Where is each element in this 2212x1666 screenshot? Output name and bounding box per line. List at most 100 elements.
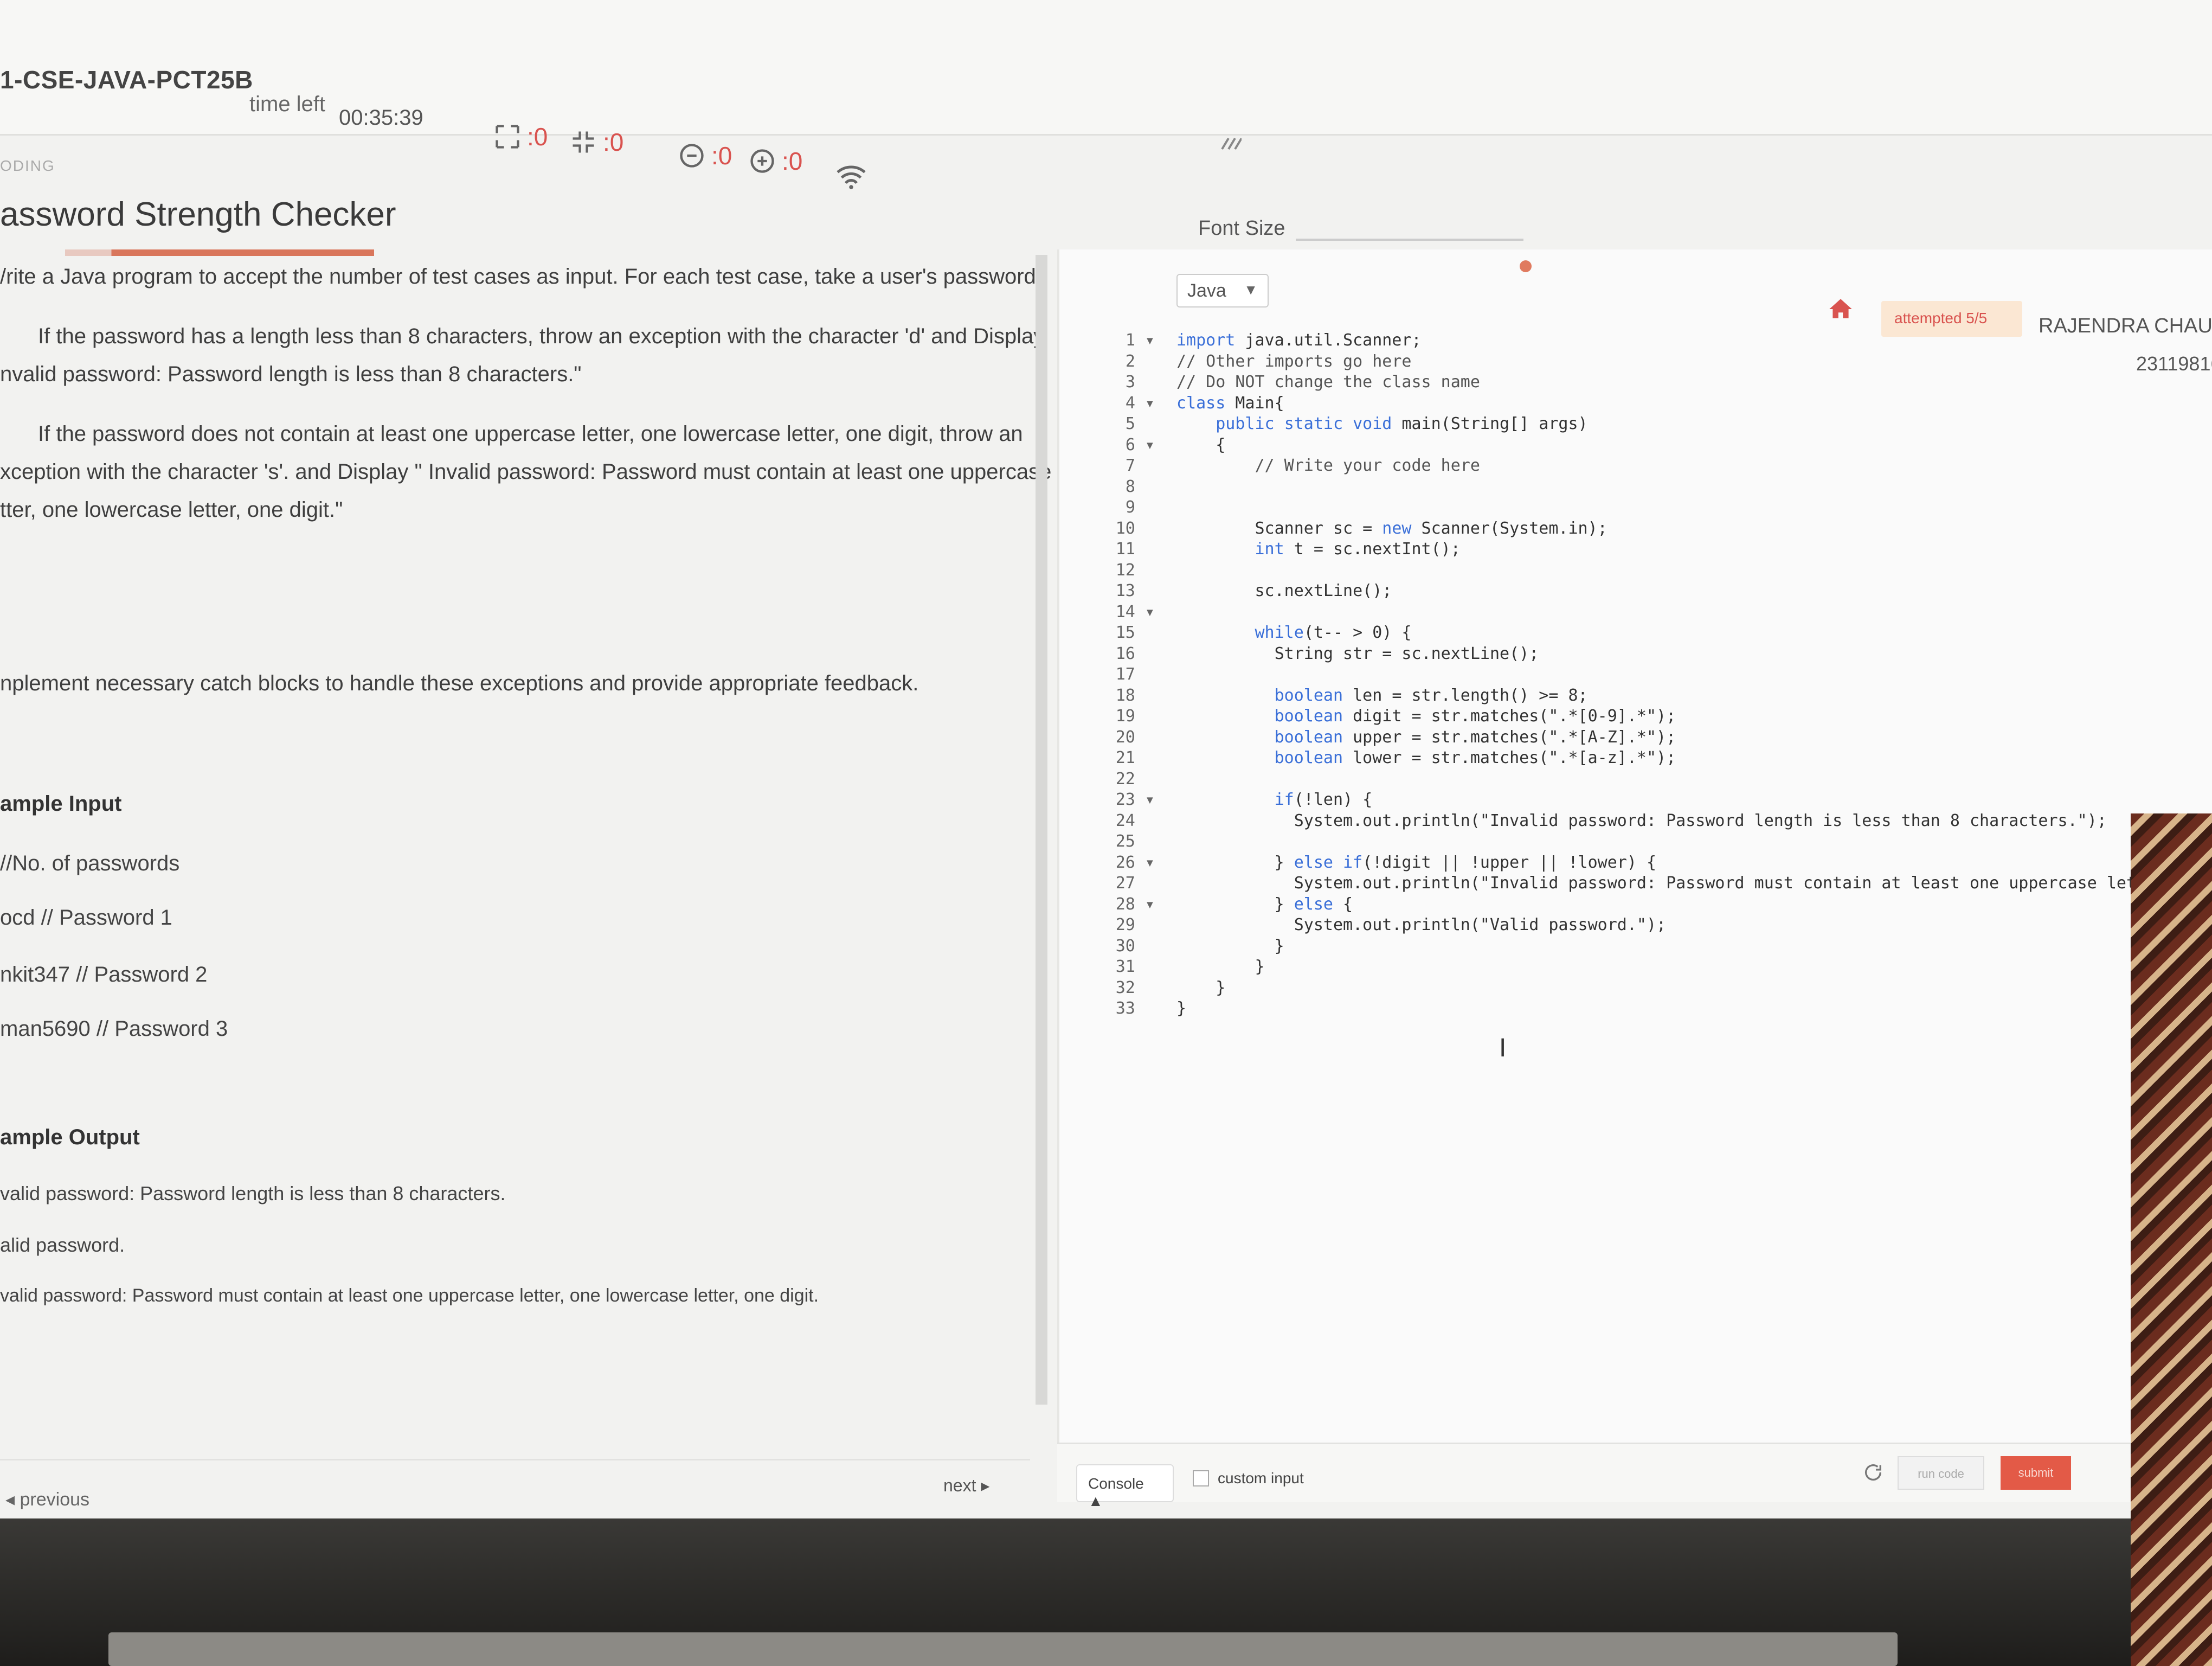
code-line[interactable]: 8 [1106, 477, 1176, 498]
fullscreen-exit-counter: :0 [569, 127, 623, 157]
code-line[interactable]: 23 ▾ if(!len) { [1106, 790, 1373, 811]
code-text: } else { [1176, 894, 1353, 914]
line-number: 1 ▾ [1125, 331, 1155, 350]
tab-switch-out-icon [750, 149, 774, 173]
code-text: // Do NOT change the class name [1176, 373, 1480, 392]
custom-input-checkbox[interactable] [1193, 1470, 1209, 1486]
line-number: 13 [1115, 581, 1155, 600]
line-number: 18 [1115, 685, 1155, 705]
code-line[interactable]: 9 [1106, 498, 1176, 518]
problem-paragraph: tter, one lowercase letter, one digit." [0, 498, 343, 522]
code-line[interactable]: 10 Scanner sc = new Scanner(System.in); [1106, 519, 1607, 540]
next-label: next [943, 1476, 976, 1495]
line-number: 28 ▾ [1115, 894, 1155, 914]
code-text: if(!len) { [1274, 790, 1373, 809]
line-number: 27 [1115, 874, 1155, 893]
line-number: 2 [1125, 351, 1155, 371]
code-line[interactable]: 5 public static void main(String[] args) [1106, 414, 1588, 435]
pane-scrollbar[interactable] [1036, 255, 1047, 1405]
code-text: } [1176, 957, 1265, 976]
custom-input-toggle[interactable]: custom input [1193, 1470, 1304, 1487]
code-line[interactable]: 7 // Write your code here [1106, 456, 1480, 477]
code-line[interactable]: 13 sc.nextLine(); [1106, 581, 1392, 602]
line-number: 11 [1115, 540, 1155, 559]
code-line[interactable]: 22 [1106, 770, 1176, 790]
code-line[interactable]: 11 int t = sc.nextInt(); [1106, 540, 1461, 560]
code-text: boolean upper = str.matches(".*[A-Z].*")… [1274, 727, 1676, 747]
line-number: 32 [1115, 978, 1155, 997]
console-toggle-button[interactable]: Console ▲ [1076, 1464, 1174, 1509]
refresh-icon[interactable] [1862, 1462, 1884, 1483]
fullscreen-exit-icon [573, 131, 594, 153]
code-line[interactable]: 12 [1106, 561, 1176, 581]
code-text: System.out.println("Valid password."); [1176, 915, 1667, 934]
font-size-slider[interactable] [1296, 239, 1523, 241]
code-line[interactable]: 6 ▾ { [1106, 435, 1226, 456]
drag-handle-icon[interactable] [1220, 136, 1242, 152]
sample-input-line: //No. of passwords [0, 851, 180, 875]
code-line[interactable]: 27 System.out.println("Invalid password:… [1106, 874, 2212, 894]
line-number: 21 [1115, 748, 1155, 767]
line-number: 15 [1115, 623, 1155, 642]
code-text: class Main{ [1176, 393, 1284, 413]
user-name: RAJENDRA CHAUDHA [2039, 315, 2212, 337]
code-line[interactable]: 19 boolean digit = str.matches(".*[0-9].… [1106, 707, 1676, 727]
code-line[interactable]: 25 [1106, 832, 1176, 853]
language-select[interactable]: Java ▼ [1176, 274, 1269, 307]
line-number: 7 [1125, 456, 1155, 475]
font-size-slider-knob[interactable] [1520, 260, 1532, 272]
problem-paragraph: /rite a Java program to accept the numbe… [0, 265, 1042, 289]
code-line[interactable]: 15 while(t-- > 0) { [1106, 623, 1412, 644]
line-number: 19 [1115, 707, 1155, 726]
line-number: 22 [1115, 769, 1155, 789]
code-line[interactable]: 32 } [1106, 978, 1226, 999]
code-line[interactable]: 2 // Other imports go here [1106, 351, 1412, 373]
top-header: 1-CSE-JAVA-PCT25B time left 00:35:39 :0 … [0, 0, 2212, 175]
previous-label: previous [20, 1489, 90, 1510]
line-number: 5 [1125, 414, 1155, 433]
code-line[interactable]: 29 System.out.println("Valid password.")… [1106, 915, 1666, 936]
home-icon[interactable] [1827, 296, 1854, 323]
code-line[interactable]: 14 ▾ [1106, 603, 1176, 623]
code-line[interactable]: 18 boolean len = str.length() >= 8; [1106, 686, 1588, 707]
code-text: boolean len = str.length() >= 8; [1274, 685, 1588, 705]
fullscreen-counter: :0 [493, 122, 548, 151]
code-line[interactable]: 26 ▾ } else if(!digit || !upper || !lowe… [1106, 853, 1656, 874]
next-button[interactable]: next ▸ [943, 1475, 989, 1496]
laptop-hinge [108, 1632, 1898, 1666]
code-text: { [1176, 435, 1226, 454]
code-text: import java.util.Scanner; [1176, 331, 1422, 350]
run-code-button[interactable]: run code [1898, 1456, 1984, 1490]
code-line[interactable]: 20 boolean upper = str.matches(".*[A-Z].… [1106, 728, 1676, 748]
time-left-value: 00:35:39 [339, 106, 423, 130]
test-name: 1-CSE-JAVA-PCT25B [0, 66, 253, 94]
code-line[interactable]: 31 } [1106, 957, 1265, 978]
code-text: // Other imports go here [1176, 351, 1412, 371]
code-line[interactable]: 28 ▾ } else { [1106, 895, 1353, 915]
sample-output-line: alid password. [0, 1234, 125, 1256]
code-line[interactable]: 3 // Do NOT change the class name [1106, 373, 1480, 393]
custom-input-label: custom input [1218, 1470, 1304, 1486]
problem-footer [0, 1459, 1030, 1518]
code-line[interactable]: 30 } [1106, 937, 1284, 957]
chevron-down-icon: ▼ [1244, 281, 1258, 298]
line-number: 26 ▾ [1115, 853, 1155, 872]
code-line[interactable]: 21 boolean lower = str.matches(".*[a-z].… [1106, 748, 1676, 769]
problem-paragraph: nplement necessary catch blocks to handl… [0, 671, 919, 695]
fullscreen-expand-count: :0 [527, 123, 548, 151]
attempted-badge: attempted 5/5 [1881, 301, 2022, 337]
code-line[interactable]: 17 [1106, 665, 1176, 685]
code-line[interactable]: 16 String str = sc.nextLine(); [1106, 644, 1539, 665]
sample-output-heading: ample Output [0, 1125, 140, 1149]
code-line[interactable]: 1 ▾ import java.util.Scanner; [1106, 331, 1422, 351]
submit-button[interactable]: submit [2001, 1456, 2071, 1490]
code-text: System.out.println("Invalid password: Pa… [1176, 811, 2107, 830]
line-number: 25 [1115, 832, 1155, 851]
previous-button[interactable]: ◂ previous [5, 1489, 89, 1510]
code-text: } [1176, 936, 1284, 956]
code-line[interactable]: 24 System.out.println("Invalid password:… [1106, 811, 2107, 832]
problem-paragraph: xception with the character 's'. and Dis… [0, 460, 1052, 484]
code-line[interactable]: 33 } [1106, 999, 1186, 1020]
code-line[interactable]: 4 ▾ class Main{ [1106, 394, 1284, 414]
line-number: 23 ▾ [1115, 790, 1155, 809]
